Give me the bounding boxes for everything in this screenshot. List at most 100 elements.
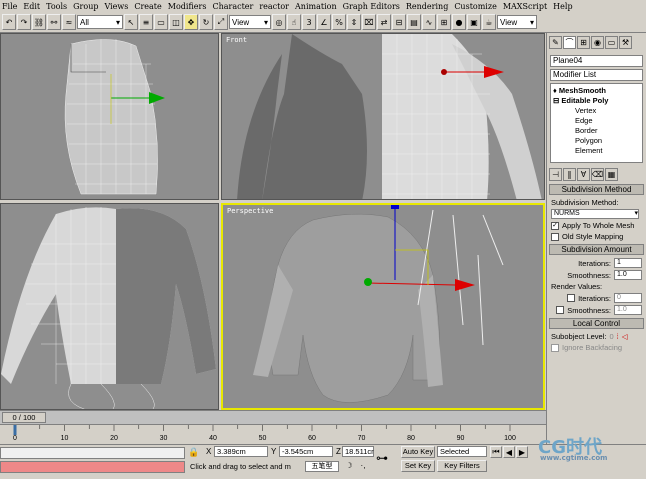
render-iterations-spinner[interactable]: 0 bbox=[614, 293, 642, 303]
stack-sub-vertex[interactable]: Vertex bbox=[553, 106, 640, 116]
vertex-mode-icon[interactable]: ⁞ bbox=[617, 332, 619, 341]
modifier-stack[interactable]: ♦ MeshSmooth ⊟ Editable Poly Vertex Edge… bbox=[550, 83, 643, 163]
previous-frame-icon[interactable]: ◀ bbox=[503, 446, 515, 458]
angle-snap-icon[interactable]: ∠ bbox=[317, 14, 331, 30]
region-select-icon[interactable]: ▭ bbox=[154, 14, 168, 30]
object-name-field[interactable]: Plane04 bbox=[550, 55, 643, 67]
menu-item-customize[interactable]: Customize bbox=[454, 2, 497, 11]
key-mode-icon[interactable]: ⊶ bbox=[376, 451, 388, 465]
y-coord-field[interactable]: -3.545cm bbox=[279, 446, 333, 457]
link-icon[interactable]: ⛓ bbox=[32, 14, 46, 30]
subdivision-method-dropdown[interactable]: NURMS ▾ bbox=[551, 209, 639, 219]
menu-item-character[interactable]: Character bbox=[212, 2, 253, 11]
modify-tab-icon[interactable]: ⌒ bbox=[563, 36, 576, 49]
stack-item-meshsmooth[interactable]: ♦ MeshSmooth bbox=[553, 86, 640, 96]
render-type-dropdown[interactable]: View ▾ bbox=[497, 15, 537, 29]
menu-item-modifiers[interactable]: Modifiers bbox=[168, 2, 207, 11]
bind-spacewarp-icon[interactable]: ≈ bbox=[62, 14, 76, 30]
mirror-icon[interactable]: ⇄ bbox=[377, 14, 391, 30]
track-bar[interactable]: 0 10 20 30 40 50 60 70 80 90 100 bbox=[0, 424, 546, 444]
render-scene-icon[interactable]: ▣ bbox=[467, 14, 481, 30]
make-unique-icon[interactable]: ∀ bbox=[577, 168, 590, 181]
redo-icon[interactable]: ↷ bbox=[17, 14, 31, 30]
menu-item-graph-editors[interactable]: Graph Editors bbox=[343, 2, 400, 11]
lock-selection-icon[interactable]: 🔒 bbox=[188, 447, 199, 458]
utilities-tab-icon[interactable]: ⚒ bbox=[619, 36, 632, 49]
select-object-icon[interactable]: ↖ bbox=[124, 14, 138, 30]
stack-sub-element[interactable]: Element bbox=[553, 146, 640, 156]
select-by-name-icon[interactable]: ≡ bbox=[139, 14, 153, 30]
show-end-result-icon[interactable]: ‖ bbox=[563, 168, 576, 181]
current-frame-marker[interactable] bbox=[13, 425, 17, 435]
configure-sets-icon[interactable]: ▦ bbox=[605, 168, 618, 181]
selection-filter-dropdown[interactable]: All ▾ bbox=[77, 15, 123, 29]
manipulate-icon[interactable]: ☝ bbox=[287, 14, 301, 30]
local-control-header[interactable]: Local Control bbox=[549, 318, 644, 329]
motion-tab-icon[interactable]: ◉ bbox=[591, 36, 604, 49]
menu-item-group[interactable]: Group bbox=[73, 2, 98, 11]
menu-item-reactor[interactable]: reactor bbox=[259, 2, 289, 11]
z-coord-field[interactable]: 18.511cr bbox=[342, 446, 374, 457]
menu-item-maxscript[interactable]: MAXScript bbox=[503, 2, 547, 11]
modifier-list-dropdown[interactable]: Modifier List bbox=[550, 69, 643, 81]
snap-toggle-icon[interactable]: 3 bbox=[302, 14, 316, 30]
spinner-snap-icon[interactable]: ⇕ bbox=[347, 14, 361, 30]
viewport-back[interactable] bbox=[0, 203, 219, 410]
rotate-icon[interactable]: ↻ bbox=[199, 14, 213, 30]
create-tab-icon[interactable]: ✎ bbox=[549, 36, 562, 49]
time-slider[interactable]: 0 / 100 bbox=[0, 410, 546, 424]
undo-icon[interactable]: ↶ bbox=[2, 14, 16, 30]
subdivision-method-header[interactable]: Subdivision Method bbox=[549, 184, 644, 195]
percent-snap-icon[interactable]: % bbox=[332, 14, 346, 30]
viewport-left[interactable] bbox=[0, 33, 219, 200]
layer-manager-icon[interactable]: ▤ bbox=[407, 14, 421, 30]
apply-whole-mesh-checkbox[interactable]: ✓ bbox=[551, 221, 559, 230]
align-icon[interactable]: ⊟ bbox=[392, 14, 406, 30]
viewport-perspective[interactable]: Perspective bbox=[221, 203, 545, 410]
subdivision-amount-header[interactable]: Subdivision Amount bbox=[549, 244, 644, 255]
maxscript-listener-field[interactable] bbox=[0, 447, 185, 459]
stack-item-editable-poly[interactable]: ⊟ Editable Poly bbox=[553, 96, 640, 106]
menu-item-views[interactable]: Views bbox=[104, 2, 128, 11]
menu-item-create[interactable]: Create bbox=[134, 2, 161, 11]
menu-item-file[interactable]: File bbox=[2, 2, 17, 11]
render-smoothness-spinner[interactable]: 1.0 bbox=[614, 305, 642, 315]
time-slider-thumb[interactable]: 0 / 100 bbox=[2, 412, 46, 423]
curve-editor-icon[interactable]: ∿ bbox=[422, 14, 436, 30]
pivot-center-icon[interactable]: ◎ bbox=[272, 14, 286, 30]
schematic-view-icon[interactable]: ⊞ bbox=[437, 14, 451, 30]
set-key-button[interactable]: Set Key bbox=[401, 460, 435, 472]
display-tab-icon[interactable]: ▭ bbox=[605, 36, 618, 49]
remove-modifier-icon[interactable]: ⌫ bbox=[591, 168, 604, 181]
reference-coord-dropdown[interactable]: View ▾ bbox=[229, 15, 271, 29]
iterations-spinner[interactable]: 1 bbox=[614, 258, 642, 268]
stack-sub-polygon[interactable]: Polygon bbox=[553, 136, 640, 146]
menu-item-edit[interactable]: Edit bbox=[23, 2, 40, 11]
menu-item-help[interactable]: Help bbox=[553, 2, 572, 11]
unlink-icon[interactable]: ⚯ bbox=[47, 14, 61, 30]
key-filters-button[interactable]: Key Filters bbox=[437, 460, 487, 472]
hierarchy-tab-icon[interactable]: ⊞ bbox=[577, 36, 590, 49]
window-crossing-icon[interactable]: ◫ bbox=[169, 14, 183, 30]
scale-icon[interactable]: ⤢ bbox=[214, 14, 228, 30]
render-iterations-checkbox[interactable] bbox=[567, 294, 576, 302]
go-to-start-icon[interactable]: ⏮ bbox=[490, 446, 502, 458]
ignore-backfacing-checkbox[interactable] bbox=[551, 343, 559, 352]
play-icon[interactable]: ▶ bbox=[516, 446, 528, 458]
menu-item-tools[interactable]: Tools bbox=[46, 2, 67, 11]
named-selection-icon[interactable]: ⌧ bbox=[362, 14, 376, 30]
pin-stack-icon[interactable]: ⊣ bbox=[549, 168, 562, 181]
menu-item-animation[interactable]: Animation bbox=[295, 2, 337, 11]
quick-render-icon[interactable]: ☕ bbox=[482, 14, 496, 30]
old-style-mapping-checkbox[interactable] bbox=[551, 232, 559, 241]
selection-set-dropdown[interactable]: Selected bbox=[437, 446, 487, 457]
stack-sub-border[interactable]: Border bbox=[553, 126, 640, 136]
edge-mode-icon[interactable]: ◁ bbox=[622, 332, 628, 341]
render-smoothness-checkbox[interactable] bbox=[556, 306, 565, 314]
menu-item-rendering[interactable]: Rendering bbox=[406, 2, 448, 11]
stack-sub-edge[interactable]: Edge bbox=[553, 116, 640, 126]
x-coord-field[interactable]: 3.389cm bbox=[214, 446, 268, 457]
move-icon[interactable]: ✥ bbox=[184, 14, 198, 30]
material-editor-icon[interactable]: ● bbox=[452, 14, 466, 30]
smoothness-spinner[interactable]: 1.0 bbox=[614, 270, 642, 280]
